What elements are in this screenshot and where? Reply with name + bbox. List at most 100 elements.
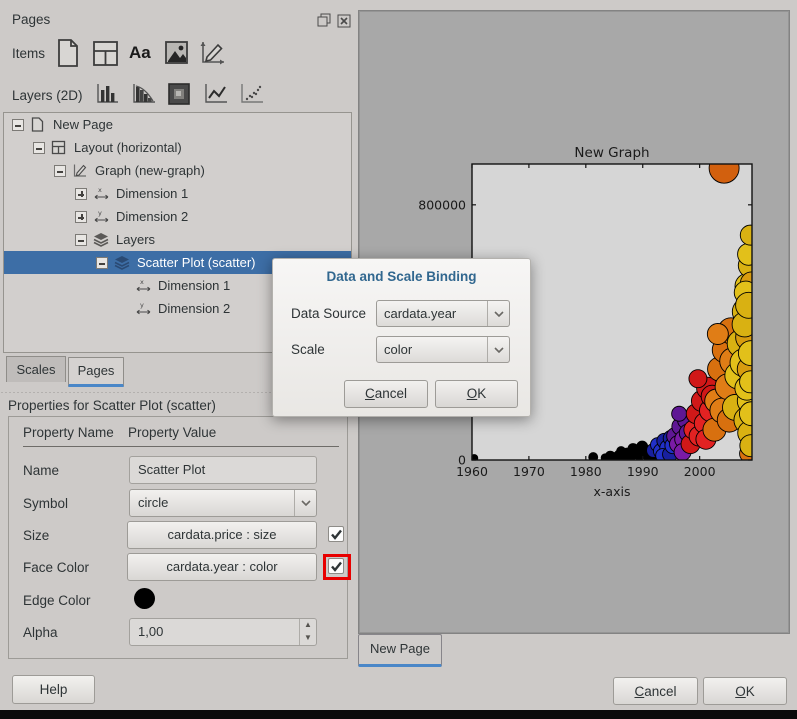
page-tab-new-page[interactable]: New Page [358,634,442,667]
dimension-x-icon: x [135,278,153,293]
alpha-spinner[interactable]: 1,00 ▲▼ [129,618,317,646]
tree-item-label: Scatter Plot (scatter) [137,255,255,270]
page-icon [30,117,48,132]
close-dock-icon[interactable] [337,13,352,28]
cancel-button-label: Cancel [614,678,697,705]
tree-item-dimension-2[interactable]: y Dimension 2 [4,205,351,228]
dimension-y-icon: y [93,209,111,224]
spinner-arrows[interactable]: ▲▼ [299,619,316,645]
attention-highlight-box [323,554,351,580]
chevron-down-icon [487,337,509,362]
ok-button-label: OK [704,678,786,705]
size-binding-button[interactable]: cardata.price : size [127,521,317,549]
items-label: Items [12,46,45,61]
new-page-tool-icon[interactable] [56,38,82,68]
spin-down-icon: ▼ [300,632,316,645]
tree-item-layers[interactable]: Layers [4,228,351,251]
svg-text:x: x [140,278,144,286]
expander-plus-icon[interactable] [75,211,87,223]
dialog-title: Data and Scale Binding [273,269,530,284]
name-label: Name [23,463,59,478]
chevron-down-icon [487,301,509,326]
dialog-ok-button[interactable]: OK [435,380,518,408]
help-button-label: Help [40,682,68,697]
graph-icon [72,163,90,178]
data-source-select[interactable]: cardata.year [376,300,510,327]
histogram-layer-icon[interactable] [131,82,157,112]
data-source-value: cardata.year [384,306,456,321]
tree-item-label: Layout (horizontal) [74,140,182,155]
tree-item-label: New Page [53,117,113,132]
name-input[interactable]: Scatter Plot [129,456,317,484]
dimension-x-icon: x [93,186,111,201]
tree-item-label: Dimension 2 [116,209,188,224]
face-color-label: Face Color [23,560,89,575]
svg-text:800000: 800000 [418,197,466,212]
tree-item-label: Graph (new-graph) [95,163,205,178]
line-plot-layer-icon[interactable] [203,82,229,112]
tree-item-graph[interactable]: Graph (new-graph) [4,159,351,182]
scale-label: Scale [291,342,325,357]
dimension-y-icon: y [135,301,153,316]
svg-text:New Graph: New Graph [574,145,649,161]
expander-plus-icon[interactable] [75,188,87,200]
svg-text:1990: 1990 [627,464,659,479]
expander-minus-icon[interactable] [75,234,87,246]
expander-minus-icon[interactable] [96,257,108,269]
tab-pages[interactable]: Pages [68,357,124,387]
layers-icon [114,255,132,270]
svg-text:y: y [98,209,102,217]
expander-minus-icon[interactable] [54,165,66,177]
data-source-label: Data Source [291,306,366,321]
svg-text:y: y [140,301,144,309]
svg-text:1980: 1980 [570,464,602,479]
dialog-ok-label: OK [436,381,517,407]
tree-item-label: Dimension 1 [158,278,230,293]
col-property-name: Property Name [23,425,114,440]
size-enabled-checkbox[interactable] [328,526,344,542]
alpha-label: Alpha [23,625,58,640]
svg-text:x-axis: x-axis [594,484,631,499]
tree-item-label: Dimension 2 [158,301,230,316]
expander-minus-icon[interactable] [33,142,45,154]
face-color-enabled-checkbox[interactable] [328,558,344,574]
chevron-down-icon [294,490,316,516]
tree-item-dimension-1[interactable]: x Dimension 1 [4,182,351,205]
bar-chart-layer-icon[interactable] [95,82,121,112]
properties-title: Properties for Scatter Plot (scatter) [8,398,216,413]
text-tool-icon[interactable]: Aa [129,43,155,73]
layout-tool-icon[interactable] [92,40,118,70]
ok-button[interactable]: OK [703,677,787,705]
face-color-binding-button[interactable]: cardata.year : color [127,553,317,581]
symbol-label: Symbol [23,496,68,511]
tree-item-new-page[interactable]: New Page [4,113,351,136]
svg-text:1960: 1960 [456,464,488,479]
tree-item-label: Layers [116,232,155,247]
edge-color-label: Edge Color [23,593,91,608]
scatter-plot-layer-icon[interactable] [239,82,265,112]
layers-2d-label: Layers (2D) [12,88,83,103]
cancel-button[interactable]: Cancel [613,677,698,705]
dock-title: Pages [12,12,50,27]
svg-text:2000: 2000 [684,464,716,479]
edge-color-swatch[interactable] [134,588,155,609]
alpha-value: 1,00 [138,624,163,639]
tab-scales[interactable]: Scales [6,356,66,382]
properties-table: Property Name Property Value Name Scatte… [8,416,348,659]
layers-icon [93,232,111,247]
help-button[interactable]: Help [12,675,95,704]
image-plot-layer-icon[interactable] [167,82,193,112]
dialog-cancel-label: Cancel [345,381,427,407]
image-tool-icon[interactable] [164,40,190,70]
scale-select[interactable]: color [376,336,510,363]
svg-text:x: x [98,186,102,194]
expander-minus-icon[interactable] [12,119,24,131]
float-dock-icon[interactable] [317,13,332,28]
symbol-select[interactable]: circle [129,489,317,517]
col-property-value: Property Value [128,425,216,440]
tree-item-label: Dimension 1 [116,186,188,201]
tree-item-layout[interactable]: Layout (horizontal) [4,136,351,159]
graph-tool-icon[interactable] [199,39,225,69]
application-window: Pages Items Aa Layers (2D) [0,0,797,719]
dialog-cancel-button[interactable]: Cancel [344,380,428,408]
